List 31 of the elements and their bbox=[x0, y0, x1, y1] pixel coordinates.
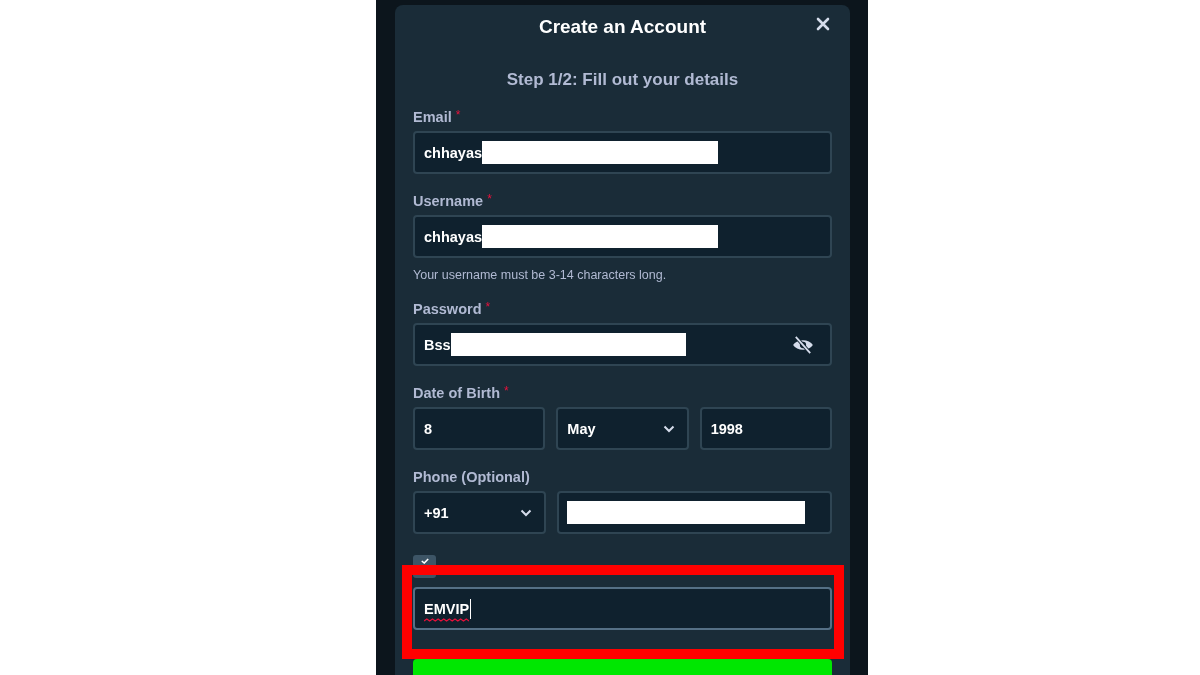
check-icon bbox=[420, 558, 429, 564]
phone-field[interactable] bbox=[557, 491, 832, 534]
input-field[interactable]: chhayas bbox=[413, 215, 832, 258]
field-value: EMVIP bbox=[424, 600, 470, 617]
field-label: Username bbox=[413, 192, 484, 210]
input-field[interactable]: chhayas bbox=[413, 131, 832, 174]
password-field[interactable]: Bss bbox=[413, 323, 832, 366]
field-label: Email bbox=[413, 108, 452, 126]
month-dropdown[interactable]: May bbox=[556, 407, 689, 450]
close-icon[interactable] bbox=[816, 17, 830, 31]
field-value: Bss bbox=[424, 336, 451, 353]
required-mark: * bbox=[485, 300, 491, 314]
hidden-eye-icon[interactable] bbox=[792, 336, 814, 354]
dialog-title: Create an Account bbox=[538, 15, 707, 39]
field-label: Phone (Optional) bbox=[413, 468, 530, 486]
chevron-down-icon bbox=[662, 424, 675, 433]
required-mark: * bbox=[504, 384, 509, 398]
field-value: chhayas bbox=[424, 228, 483, 245]
day-field[interactable]: 8 bbox=[413, 407, 546, 450]
text-cursor bbox=[470, 598, 472, 619]
chevron-down-icon bbox=[520, 508, 532, 517]
code-field[interactable]: EMVIP bbox=[413, 587, 832, 630]
required-mark: * bbox=[455, 108, 461, 122]
required-mark: * bbox=[487, 192, 492, 206]
year-field[interactable]: 1998 bbox=[699, 407, 832, 450]
field-label: Password bbox=[413, 300, 482, 318]
field-value: chhayas bbox=[424, 144, 483, 161]
field-hint: Your username must be 3-14 characters long. bbox=[413, 268, 668, 282]
step-heading: Step 1/2: Fill out your details bbox=[505, 70, 740, 90]
field-label: Date of Birth bbox=[413, 384, 500, 402]
country-code-dropdown[interactable]: +91 bbox=[413, 491, 546, 534]
